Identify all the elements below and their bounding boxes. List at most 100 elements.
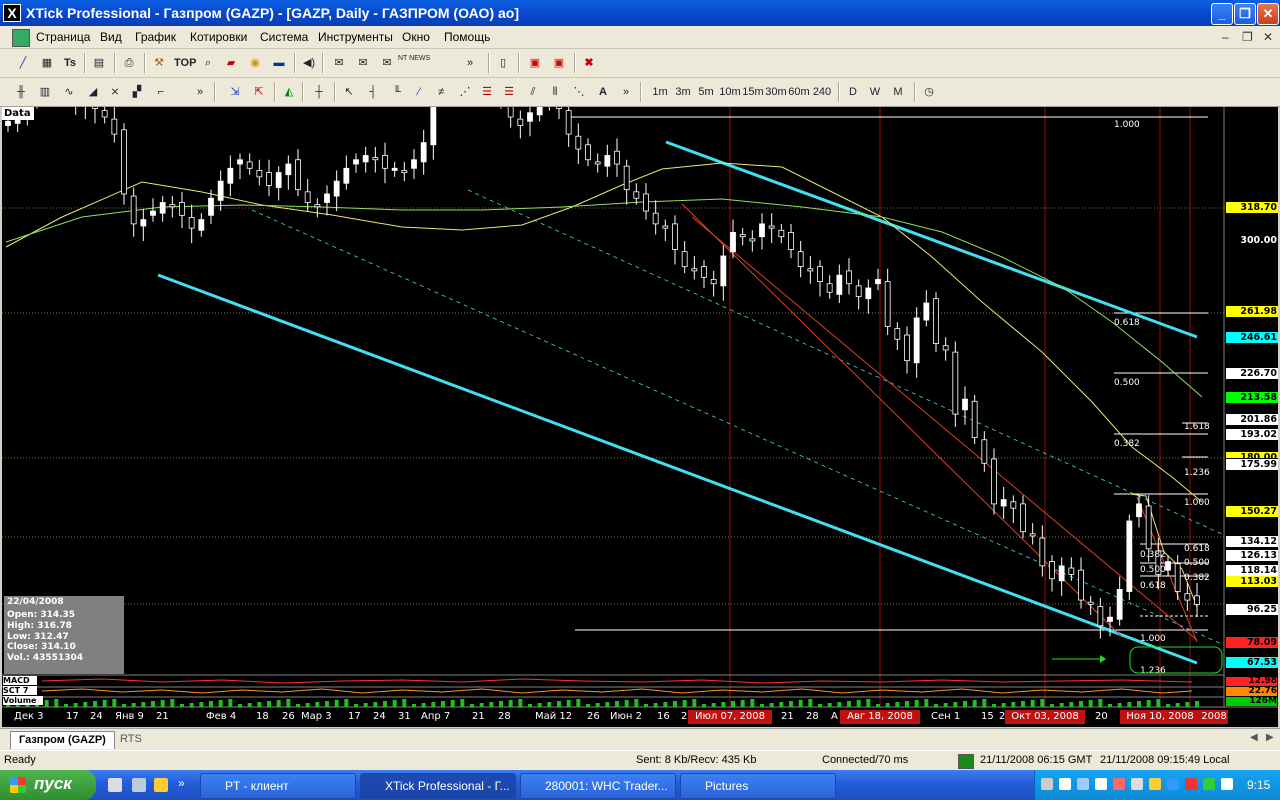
vline-icon[interactable]: ╙: [388, 84, 406, 100]
tray-icon[interactable]: [1167, 778, 1179, 790]
tf-10m[interactable]: 10m: [718, 84, 742, 100]
trendline-icon[interactable]: ⁄: [410, 84, 428, 100]
task-pt-client[interactable]: PT - клиент: [200, 773, 356, 799]
text-tool-icon[interactable]: A: [594, 84, 612, 100]
order-icon[interactable]: ▰: [222, 55, 240, 71]
flag-icon[interactable]: ▬: [270, 55, 288, 71]
pointer-icon[interactable]: ↖: [340, 84, 358, 100]
line-type-icon[interactable]: ∿: [60, 84, 78, 100]
fib-extension-icon[interactable]: ☰: [500, 84, 518, 100]
doc-icon[interactable]: [12, 29, 30, 47]
mdi-close-button[interactable]: ✕: [1263, 30, 1273, 44]
tray-icon[interactable]: [1185, 778, 1197, 790]
indicator-icon[interactable]: ◭: [280, 84, 298, 100]
time-sales-icon[interactable]: Ts: [60, 55, 80, 71]
gann-fan-icon[interactable]: ⫽: [524, 84, 542, 100]
menu-help[interactable]: Помощь: [444, 30, 490, 44]
point-figure-icon[interactable]: ⨯: [106, 84, 124, 100]
news-icon-1[interactable]: ✉: [330, 55, 348, 71]
table-icon[interactable]: ▦: [38, 55, 56, 71]
tf-monthly[interactable]: M: [890, 84, 906, 100]
tray-icon[interactable]: [1113, 778, 1125, 790]
toolbar-overflow-3[interactable]: »: [620, 84, 632, 100]
maximize-button[interactable]: ❐: [1234, 3, 1256, 25]
coins-icon[interactable]: ◉: [246, 55, 264, 71]
menu-system[interactable]: Система: [260, 30, 308, 44]
kagi-icon[interactable]: ⌐: [152, 84, 170, 100]
tf-15m[interactable]: 15m: [741, 84, 765, 100]
tab-gazp[interactable]: Газпром (GAZP): [10, 731, 115, 749]
zoom-in-icon[interactable]: ⇲: [226, 84, 244, 100]
zoom-out-icon[interactable]: ⇱: [250, 84, 268, 100]
new-page-icon[interactable]: ▯: [494, 55, 512, 71]
menu-chart[interactable]: График: [135, 30, 176, 44]
menu-window[interactable]: Окно: [402, 30, 430, 44]
delete-icon[interactable]: ✖: [580, 55, 598, 71]
print-icon[interactable]: ⎙: [120, 55, 138, 71]
hline-icon[interactable]: ┤: [364, 84, 382, 100]
quicklaunch-overflow[interactable]: »: [178, 776, 185, 790]
clock-icon[interactable]: ◷: [920, 84, 938, 100]
toolbar-overflow-1[interactable]: »: [464, 55, 476, 71]
bar-chart-icon[interactable]: ╫: [12, 84, 30, 100]
line-chart-icon[interactable]: ╱: [14, 55, 32, 71]
start-button[interactable]: пуск: [0, 770, 96, 800]
tray-icon[interactable]: [1203, 778, 1215, 790]
tab-rts[interactable]: RTS: [120, 733, 142, 745]
speaker-icon[interactable]: [1221, 778, 1233, 790]
paste-chart-icon[interactable]: ▣: [550, 55, 568, 71]
menu-view[interactable]: Вид: [100, 30, 122, 44]
area-type-icon[interactable]: ◢: [84, 84, 102, 100]
toolbar-overflow-2[interactable]: »: [194, 84, 206, 100]
top-button[interactable]: TOP: [174, 55, 196, 71]
tray-icon[interactable]: [1095, 778, 1107, 790]
tray-icon[interactable]: [1131, 778, 1143, 790]
quicklaunch-icon[interactable]: [132, 778, 146, 792]
tf-5m[interactable]: 5m: [696, 84, 716, 100]
price-chart[interactable]: 1.000 0.618 0.500 0.382 1.618 1.236 1.00…: [2, 107, 1278, 727]
tf-60m[interactable]: 60m: [787, 84, 811, 100]
minimize-button[interactable]: _: [1211, 3, 1233, 25]
fib-retracement-icon[interactable]: ☰: [478, 84, 496, 100]
candle-body: [855, 285, 862, 297]
chart-area[interactable]: 1.000 0.618 0.500 0.382 1.618 1.236 1.00…: [2, 107, 1278, 727]
tray-icon[interactable]: [1077, 778, 1089, 790]
tray-icon[interactable]: [1059, 778, 1071, 790]
quicklaunch-icon[interactable]: [154, 778, 168, 792]
show-desktop-icon[interactable]: [108, 778, 122, 792]
renko-icon[interactable]: ▞: [128, 84, 146, 100]
tab-scroll-right[interactable]: ▶: [1266, 732, 1274, 743]
tf-weekly[interactable]: W: [867, 84, 883, 100]
speed-lines-icon[interactable]: ⋱: [570, 84, 588, 100]
close-button[interactable]: ✕: [1257, 3, 1279, 25]
tf-1m[interactable]: 1m: [650, 84, 670, 100]
task-pictures[interactable]: Pictures: [680, 773, 836, 799]
quote-table-icon[interactable]: ▤: [90, 55, 108, 71]
sound-icon[interactable]: ◀): [300, 55, 318, 71]
tray-icon[interactable]: [1149, 778, 1161, 790]
hammer-icon[interactable]: ⚒: [150, 55, 168, 71]
fib-fan-icon[interactable]: ⋰: [456, 84, 474, 100]
task-whc-trader[interactable]: 280001: WHC Trader...: [520, 773, 676, 799]
nt-news-icon[interactable]: NT NEWS: [398, 55, 430, 71]
tf-240[interactable]: 240: [810, 84, 834, 100]
channel-icon[interactable]: ≠: [432, 84, 450, 100]
crosshair-icon[interactable]: ┼: [310, 84, 328, 100]
task-xtick[interactable]: XTick Professional - Г...: [360, 773, 516, 799]
news-icon-2[interactable]: ✉: [354, 55, 372, 71]
tf-30m[interactable]: 30m: [764, 84, 788, 100]
copy-chart-icon[interactable]: ▣: [526, 55, 544, 71]
news-icon-3[interactable]: ✉: [378, 55, 396, 71]
menu-page[interactable]: Страница: [36, 30, 90, 44]
mdi-restore-button[interactable]: ❐: [1242, 30, 1253, 44]
tab-scroll-left[interactable]: ◀: [1250, 732, 1258, 743]
cycle-lines-icon[interactable]: ⦀: [546, 84, 564, 100]
menu-tools[interactable]: Инструменты: [318, 30, 393, 44]
mdi-minimize-button[interactable]: –: [1222, 30, 1229, 44]
candle-chart-icon[interactable]: ▥: [36, 84, 54, 100]
search-icon[interactable]: ⌕: [200, 55, 216, 71]
tf-3m[interactable]: 3m: [673, 84, 693, 100]
tray-icon[interactable]: [1041, 778, 1053, 790]
tf-daily[interactable]: D: [845, 84, 861, 100]
menu-quotes[interactable]: Котировки: [190, 30, 247, 44]
